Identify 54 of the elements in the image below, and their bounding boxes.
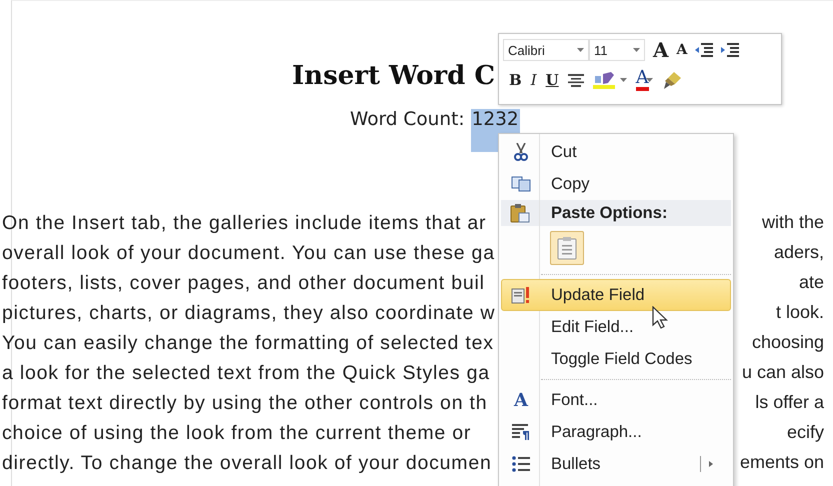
paragraph-text: overall look of your document. You can use these ga: [2, 242, 495, 266]
highlighter-icon[interactable]: [592, 72, 617, 88]
word-count-label: Word Count:: [350, 109, 465, 132]
menu-item[interactable]: Bullets: [501, 448, 731, 480]
bullet-list-icon: [512, 456, 530, 472]
grow-font-button[interactable]: A: [653, 38, 669, 62]
caret-icon: [633, 48, 640, 52]
menu-item[interactable]: Update Field: [501, 279, 731, 311]
update-field-icon: [511, 286, 531, 304]
caret-icon[interactable]: [620, 78, 627, 82]
menu-section-header: Paste Options:: [551, 204, 668, 222]
paragraph-text: t look.: [776, 302, 824, 324]
paragraph-text: footers, lists, cover pages, and other document buil: [2, 272, 485, 296]
shrink-font-button[interactable]: A: [676, 42, 688, 58]
paragraph-text: pictures, charts, or diagrams, they also coordinate w: [2, 302, 496, 326]
italic-button[interactable]: I: [530, 71, 537, 89]
clipboard-icon: [510, 203, 530, 223]
paragraph-text: aders,: [774, 242, 824, 264]
underline-button[interactable]: U: [546, 71, 559, 89]
paragraph-text: a look for the selected text from the Quick Styles ga: [2, 362, 490, 386]
paintbrush-icon[interactable]: [662, 71, 682, 89]
paste-icon: [557, 236, 577, 260]
paragraph-text: with the: [762, 212, 824, 234]
font-icon: A: [514, 390, 528, 410]
paragraph-text: ecify: [786, 422, 824, 444]
paragraph-text: choosing: [752, 332, 824, 354]
document-title: Insert Word C: [292, 61, 496, 91]
font-size-dropdown[interactable]: 11: [589, 39, 645, 61]
menu-item[interactable]: A Font...: [501, 384, 731, 416]
menu-item[interactable]: Paragraph...: [501, 416, 731, 448]
paragraph-text: u can also: [742, 362, 824, 384]
copy-icon: [511, 176, 531, 192]
paragraph-text: directly. To change the overall look of your documen: [2, 452, 492, 476]
paragraph-text: ements on: [740, 452, 824, 474]
paragraph-icon: [512, 424, 530, 440]
menu-item[interactable]: Copy: [501, 168, 731, 200]
scissors-icon: [514, 143, 528, 161]
menu-item[interactable]: Edit Field...: [501, 311, 731, 343]
paste-option-button[interactable]: [550, 231, 584, 265]
indent-icon[interactable]: [721, 43, 740, 57]
paragraph-text: On the Insert tab, the galleries include items that ar: [2, 212, 486, 236]
mouse-pointer-icon: [652, 306, 668, 330]
caret-icon: [577, 48, 584, 52]
submenu-arrow-icon: [700, 456, 714, 472]
menu-item[interactable]: Toggle Field Codes: [501, 343, 731, 375]
paragraph-text: You can easily change the formatting of selected tex: [2, 332, 494, 356]
paragraph-text: choice of using the look from the current theme or: [2, 422, 472, 446]
paragraph-text: format text directly by using the other controls on th: [2, 392, 488, 416]
font-name-dropdown[interactable]: Calibri: [503, 39, 589, 61]
paragraph-text: ate: [798, 272, 824, 294]
outdent-icon[interactable]: [695, 43, 714, 57]
center-align-icon[interactable]: [568, 74, 584, 86]
paragraph-text: ls offer a: [755, 392, 824, 414]
bold-button[interactable]: B: [509, 71, 522, 89]
